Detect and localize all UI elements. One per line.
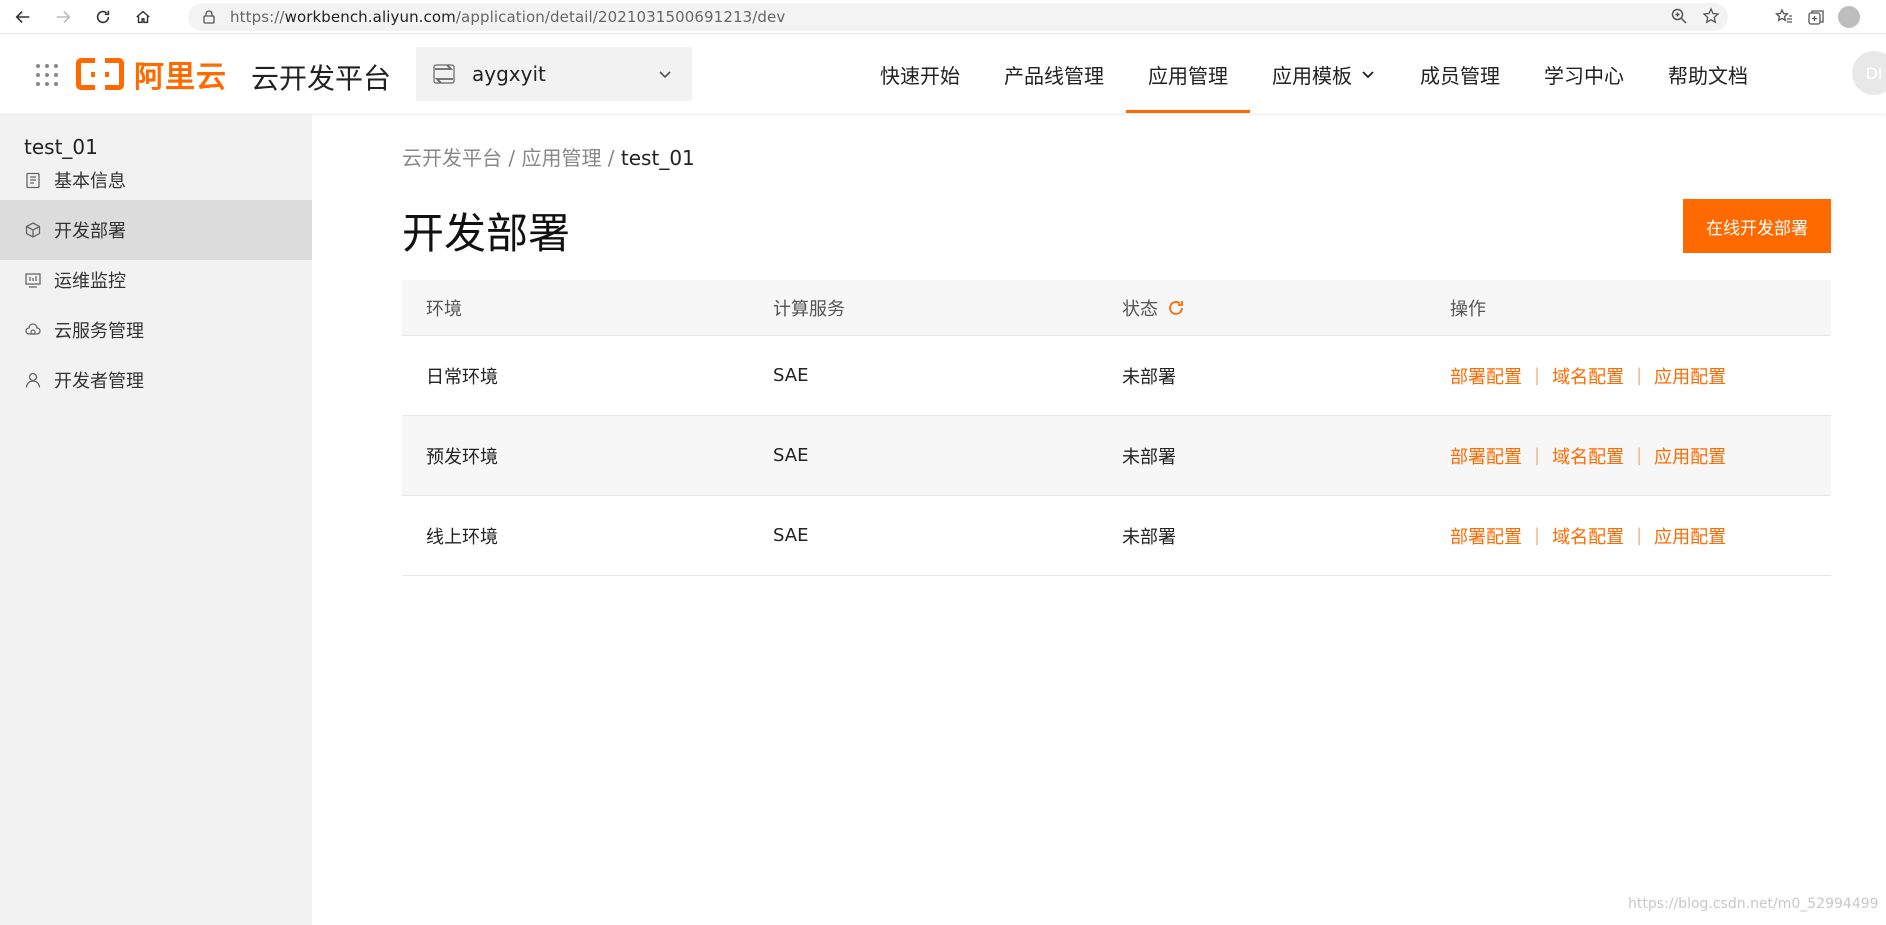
breadcrumb-link-app-management[interactable]: 应用管理 bbox=[521, 146, 601, 170]
lock-icon[interactable] bbox=[202, 10, 216, 24]
cell-environment: 预发环境 bbox=[426, 446, 498, 468]
collections-icon[interactable] bbox=[1806, 7, 1826, 27]
header-status: 状态 bbox=[1122, 295, 1186, 321]
top-navigation: 快速开始 产品线管理 应用管理 应用模板 成员管理 学习中心 帮助文档 bbox=[858, 35, 1770, 113]
sidebar-item-label: 运维监控 bbox=[54, 271, 126, 292]
cell-status: 未部署 bbox=[1122, 366, 1176, 388]
nav-quick-start[interactable]: 快速开始 bbox=[858, 35, 982, 113]
clipboard-icon bbox=[26, 172, 40, 189]
environment-table: 环境 计算服务 状态 操作 日常环境 SAE 未部署 部署配置 | 域名配置 | 应用配… bbox=[402, 280, 1831, 576]
zoom-icon[interactable] bbox=[1670, 7, 1688, 25]
chevron-down-icon bbox=[659, 71, 671, 79]
table-header: 环境 计算服务 状态 操作 bbox=[402, 280, 1831, 336]
refresh-icon[interactable] bbox=[1166, 298, 1186, 318]
table-row: 线上环境 SAE 未部署 部署配置 | 域名配置 | 应用配置 bbox=[402, 496, 1831, 576]
sidebar-item-label: 开发者管理 bbox=[54, 371, 144, 392]
back-button[interactable] bbox=[6, 0, 40, 34]
breadcrumb-current: test_01 bbox=[620, 146, 695, 170]
logo-text: 阿里云 bbox=[134, 60, 227, 95]
sidebar-item-developers[interactable]: 开发者管理 bbox=[0, 350, 312, 410]
action-separator: | bbox=[1636, 365, 1643, 386]
table-row: 预发环境 SAE 未部署 部署配置 | 域名配置 | 应用配置 bbox=[402, 416, 1831, 496]
watermark: https://blog.csdn.net/m0_52994499 bbox=[1628, 896, 1879, 912]
nav-help-docs[interactable]: 帮助文档 bbox=[1646, 35, 1770, 113]
reload-button[interactable] bbox=[86, 0, 120, 34]
app-config-link[interactable]: 应用配置 bbox=[1654, 523, 1726, 549]
swap-icon bbox=[433, 64, 455, 84]
user-avatar[interactable]: DI bbox=[1852, 51, 1886, 95]
action-separator: | bbox=[1534, 445, 1541, 466]
table-row: 日常环境 SAE 未部署 部署配置 | 域名配置 | 应用配置 bbox=[402, 336, 1831, 416]
page-title: 开发部署 bbox=[402, 209, 571, 258]
nav-learning[interactable]: 学习中心 bbox=[1522, 35, 1646, 113]
cell-environment: 日常环境 bbox=[426, 366, 498, 388]
url-text[interactable]: https://workbench.aliyun.com/application… bbox=[230, 8, 785, 26]
cell-service: SAE bbox=[773, 445, 809, 466]
project-name: aygxyit bbox=[472, 62, 546, 86]
cell-service: SAE bbox=[773, 365, 809, 386]
header-compute-service: 计算服务 bbox=[773, 298, 845, 320]
online-deploy-button[interactable]: 在线开发部署 bbox=[1683, 199, 1831, 253]
nav-members[interactable]: 成员管理 bbox=[1398, 35, 1522, 113]
app-config-link[interactable]: 应用配置 bbox=[1654, 363, 1726, 389]
cell-status: 未部署 bbox=[1122, 526, 1176, 548]
browser-profile-avatar[interactable] bbox=[1838, 6, 1860, 28]
app-header: 阿里云 云开发平台 aygxyit 快速开始 产品线管理 应用管理 应用模板 成… bbox=[0, 35, 1886, 113]
domain-config-link[interactable]: 域名配置 bbox=[1552, 363, 1624, 389]
arrow-left-icon bbox=[15, 10, 30, 23]
reload-icon bbox=[96, 10, 110, 23]
user-icon bbox=[25, 372, 41, 388]
breadcrumb-separator: / bbox=[502, 146, 522, 170]
sidebar-item-label: 基本信息 bbox=[54, 171, 126, 192]
app-config-link[interactable]: 应用配置 bbox=[1654, 443, 1726, 469]
cube-icon bbox=[25, 222, 41, 238]
cloud-icon bbox=[25, 323, 41, 335]
favorites-icon[interactable] bbox=[1774, 7, 1794, 27]
project-selector[interactable]: aygxyit bbox=[416, 47, 692, 101]
action-separator: | bbox=[1636, 445, 1643, 466]
cell-actions: 部署配置 | 域名配置 | 应用配置 bbox=[1450, 443, 1726, 469]
monitor-icon bbox=[25, 273, 41, 288]
header-status-label: 状态 bbox=[1122, 298, 1158, 320]
deploy-config-link[interactable]: 部署配置 bbox=[1450, 363, 1522, 389]
nav-app-management[interactable]: 应用管理 bbox=[1126, 35, 1250, 113]
domain-config-link[interactable]: 域名配置 bbox=[1552, 523, 1624, 549]
header-actions: 操作 bbox=[1450, 298, 1486, 320]
forward-button[interactable] bbox=[46, 0, 80, 34]
chevron-down-icon bbox=[1362, 71, 1374, 79]
home-button[interactable] bbox=[126, 0, 160, 34]
sidebar-item-label: 云服务管理 bbox=[54, 321, 144, 342]
action-separator: | bbox=[1636, 525, 1643, 546]
address-bar[interactable]: https://workbench.aliyun.com/application… bbox=[188, 3, 1728, 31]
sidebar-item-label: 开发部署 bbox=[54, 221, 126, 242]
cell-actions: 部署配置 | 域名配置 | 应用配置 bbox=[1450, 363, 1726, 389]
deploy-config-link[interactable]: 部署配置 bbox=[1450, 523, 1522, 549]
header-environment: 环境 bbox=[426, 298, 462, 320]
breadcrumb-separator: / bbox=[601, 146, 621, 170]
action-separator: | bbox=[1534, 525, 1541, 546]
deploy-config-link[interactable]: 部署配置 bbox=[1450, 443, 1522, 469]
browser-toolbar: https://workbench.aliyun.com/application… bbox=[0, 0, 1886, 34]
cell-actions: 部署配置 | 域名配置 | 应用配置 bbox=[1450, 523, 1726, 549]
home-icon bbox=[136, 10, 150, 23]
sidebar: test_01 基本信息 开发部署 运维监控 云服务管理 开发者管理 bbox=[0, 113, 312, 925]
cell-service: SAE bbox=[773, 525, 809, 546]
action-separator: | bbox=[1534, 365, 1541, 386]
breadcrumb: 云开发平台 / 应用管理 / test_01 bbox=[402, 142, 695, 171]
cell-status: 未部署 bbox=[1122, 446, 1176, 468]
arrow-right-icon bbox=[56, 10, 71, 23]
aliyun-logo[interactable]: 阿里云 bbox=[76, 55, 227, 95]
aliyun-logo-icon bbox=[76, 57, 124, 91]
platform-name[interactable]: 云开发平台 bbox=[251, 57, 391, 97]
breadcrumb-link-platform[interactable]: 云开发平台 bbox=[402, 146, 502, 170]
nav-product-line[interactable]: 产品线管理 bbox=[982, 35, 1126, 113]
domain-config-link[interactable]: 域名配置 bbox=[1552, 443, 1624, 469]
nav-app-templates[interactable]: 应用模板 bbox=[1250, 35, 1398, 113]
apps-grid-icon[interactable] bbox=[36, 64, 58, 86]
add-favorite-icon[interactable] bbox=[1702, 7, 1720, 25]
cell-environment: 线上环境 bbox=[426, 526, 498, 548]
